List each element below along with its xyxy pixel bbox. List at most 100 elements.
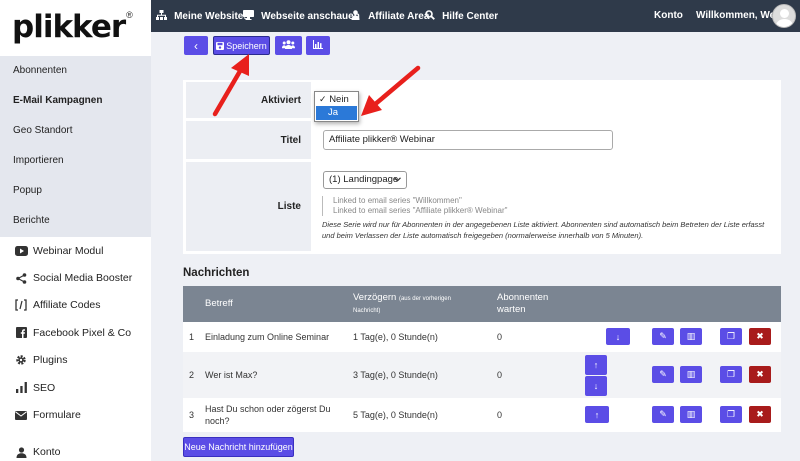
move-down-button[interactable]: ↓: [606, 328, 630, 345]
row-subject[interactable]: Hast Du schon oder zögerst Du noch?: [205, 398, 331, 432]
share-icon: [12, 272, 30, 284]
table-row: 3 Hast Du schon oder zögerst Du noch? 5 …: [183, 398, 781, 432]
sidebar-item-abonnenten[interactable]: Abonnenten: [0, 56, 151, 86]
facebook-icon: [12, 327, 30, 339]
header-verzoegern[interactable]: Verzögern (aus der vorherigen Nachricht): [353, 286, 451, 322]
sidebar-item-seo[interactable]: SEO: [0, 374, 151, 401]
area-chart-icon: [313, 40, 323, 51]
sidebar-main-menu: Webinar Modul Social Media Booster Affil…: [0, 237, 151, 461]
sidebar-item-berichte[interactable]: Berichte: [0, 206, 151, 236]
edit-icon: ✎: [659, 369, 667, 379]
nav-label: Hilfe Center: [442, 11, 499, 22]
titel-input[interactable]: Affiliate plikker® Webinar: [323, 130, 613, 150]
header-label-main: Abonnenten: [497, 292, 549, 303]
liste-select[interactable]: (1) Landingpage: [323, 171, 407, 189]
row-subject[interactable]: Wer ist Max?: [205, 352, 257, 398]
bar-chart-icon: ▥: [686, 331, 696, 341]
liste-help-text: Diese Serie wird nur für Abonnenten in d…: [322, 220, 765, 240]
bar-chart-icon: [12, 382, 30, 394]
aktiviert-option-nein[interactable]: ✓ Nein: [315, 92, 358, 106]
nachrichten-heading: Nachrichten: [183, 267, 250, 279]
stats-button[interactable]: ▥: [680, 366, 702, 383]
delete-button[interactable]: ✖: [749, 328, 771, 345]
sidebar-item-geo-standort[interactable]: Geo Standort: [0, 116, 151, 146]
move-up-button[interactable]: ↑: [585, 355, 607, 375]
header-label-main: Verzögern: [353, 291, 397, 303]
edit-icon: ✎: [659, 409, 667, 419]
floppy-disk-icon: [216, 41, 225, 50]
nav-label: Affiliate Area: [368, 11, 430, 22]
sidebar-item-social-media-booster[interactable]: Social Media Booster: [0, 264, 151, 291]
move-up-button[interactable]: ↑: [585, 406, 609, 423]
row-waiting: 0: [497, 410, 503, 420]
sidebar-item-label: Facebook Pixel & Co: [33, 326, 132, 339]
row-delay: 3 Tag(e), 0 Stunde(n): [353, 370, 438, 380]
sidebar-item-label: Formulare: [33, 409, 81, 422]
stats-button[interactable]: ▥: [680, 406, 702, 423]
row-subject[interactable]: Einladung zum Online Seminar: [205, 322, 329, 352]
avatar[interactable]: [772, 4, 796, 28]
sidebar-item-popup[interactable]: Popup: [0, 176, 151, 206]
table-row: 1 Einladung zum Online Seminar 1 Tag(e),…: [183, 322, 781, 352]
edit-button[interactable]: ✎: [652, 406, 674, 423]
copy-button[interactable]: ❐: [720, 328, 742, 345]
users-icon: [282, 40, 295, 51]
aktiviert-option-ja[interactable]: Ja: [316, 106, 357, 120]
option-label: Ja: [328, 107, 339, 118]
row-waiting: 0: [497, 332, 503, 342]
nav-affiliate-area[interactable]: Affiliate Area: [350, 0, 429, 32]
sitemap-icon: [156, 10, 170, 22]
move-down-button[interactable]: ↓: [585, 376, 607, 396]
sidebar-item-formulare[interactable]: Formulare: [0, 401, 151, 428]
nav-meine-websites[interactable]: Meine Websites: [156, 0, 249, 32]
sidebar-item-label: SEO: [33, 381, 56, 394]
nav-webseite-anschauen[interactable]: Webseite anschauen: [243, 0, 360, 32]
header-abonnenten-warten[interactable]: Abonnenten warten: [497, 286, 548, 322]
copy-button[interactable]: ❐: [720, 406, 742, 423]
annotation-arrow-icon: [212, 54, 249, 117]
copy-button[interactable]: ❐: [720, 366, 742, 383]
nav-hilfe-center[interactable]: Hilfe Center: [425, 0, 498, 32]
liste-select-value: (1) Landingpage: [329, 174, 399, 185]
nav-konto[interactable]: Konto: [654, 0, 683, 32]
bar-chart-icon: ▥: [686, 369, 696, 379]
search-icon: [425, 10, 438, 22]
header-label-sub: warten: [497, 304, 526, 315]
chevron-down-icon: [394, 172, 401, 188]
add-message-button[interactable]: Neue Nachricht hinzufügen: [183, 437, 294, 457]
liste-label: Liste: [186, 162, 311, 251]
aktiviert-dropdown[interactable]: ✓ Nein Ja: [314, 91, 359, 122]
sidebar-item-label: Affiliate Codes: [33, 299, 101, 312]
sidebar-item-importieren[interactable]: Importieren: [0, 146, 151, 176]
sidebar-item-email-kampagnen[interactable]: E-Mail Kampagnen: [0, 86, 151, 116]
statistics-button[interactable]: [306, 36, 330, 55]
edit-button[interactable]: ✎: [652, 328, 674, 345]
logo-registered-mark: ®: [126, 10, 133, 20]
annotation-arrow-icon: [361, 65, 421, 116]
sidebar-item-label: Konto: [33, 446, 61, 459]
gear-icon: [12, 354, 30, 366]
header-label-note: (aus der vorherigen: [398, 295, 451, 302]
brand-logo[interactable]: plikker ®: [12, 8, 133, 46]
subscribers-button[interactable]: [275, 36, 302, 55]
delete-button[interactable]: ✖: [749, 406, 771, 423]
row-delay: 1 Tag(e), 0 Stunde(n): [353, 332, 438, 342]
sidebar-item-plugins[interactable]: Plugins: [0, 347, 151, 374]
arrow-down-icon: ↓: [615, 331, 621, 342]
linked-series-item: Linked to email series "Willkommen": [333, 196, 462, 205]
sidebar-item-affiliate-codes[interactable]: Affiliate Codes: [0, 292, 151, 319]
stats-button[interactable]: ▥: [680, 328, 702, 345]
delete-button[interactable]: ✖: [749, 366, 771, 383]
nav-label: Meine Websites: [174, 11, 249, 22]
sidebar-item-webinar-modul[interactable]: Webinar Modul: [0, 237, 151, 264]
arrow-up-icon: ↑: [593, 360, 599, 370]
header-betreff[interactable]: Betreff: [205, 286, 233, 322]
edit-button[interactable]: ✎: [652, 366, 674, 383]
header-label: Verzögern (aus der vorherigen: [353, 292, 451, 305]
header-label-note2: Nachricht): [353, 307, 381, 314]
row-waiting: 0: [497, 370, 503, 380]
sidebar-item-facebook-pixel[interactable]: Facebook Pixel & Co: [0, 319, 151, 346]
sidebar-item-konto[interactable]: Konto: [0, 439, 151, 461]
arrow-up-icon: ↑: [594, 409, 600, 420]
sidebar-item-label: Plugins: [33, 354, 68, 367]
